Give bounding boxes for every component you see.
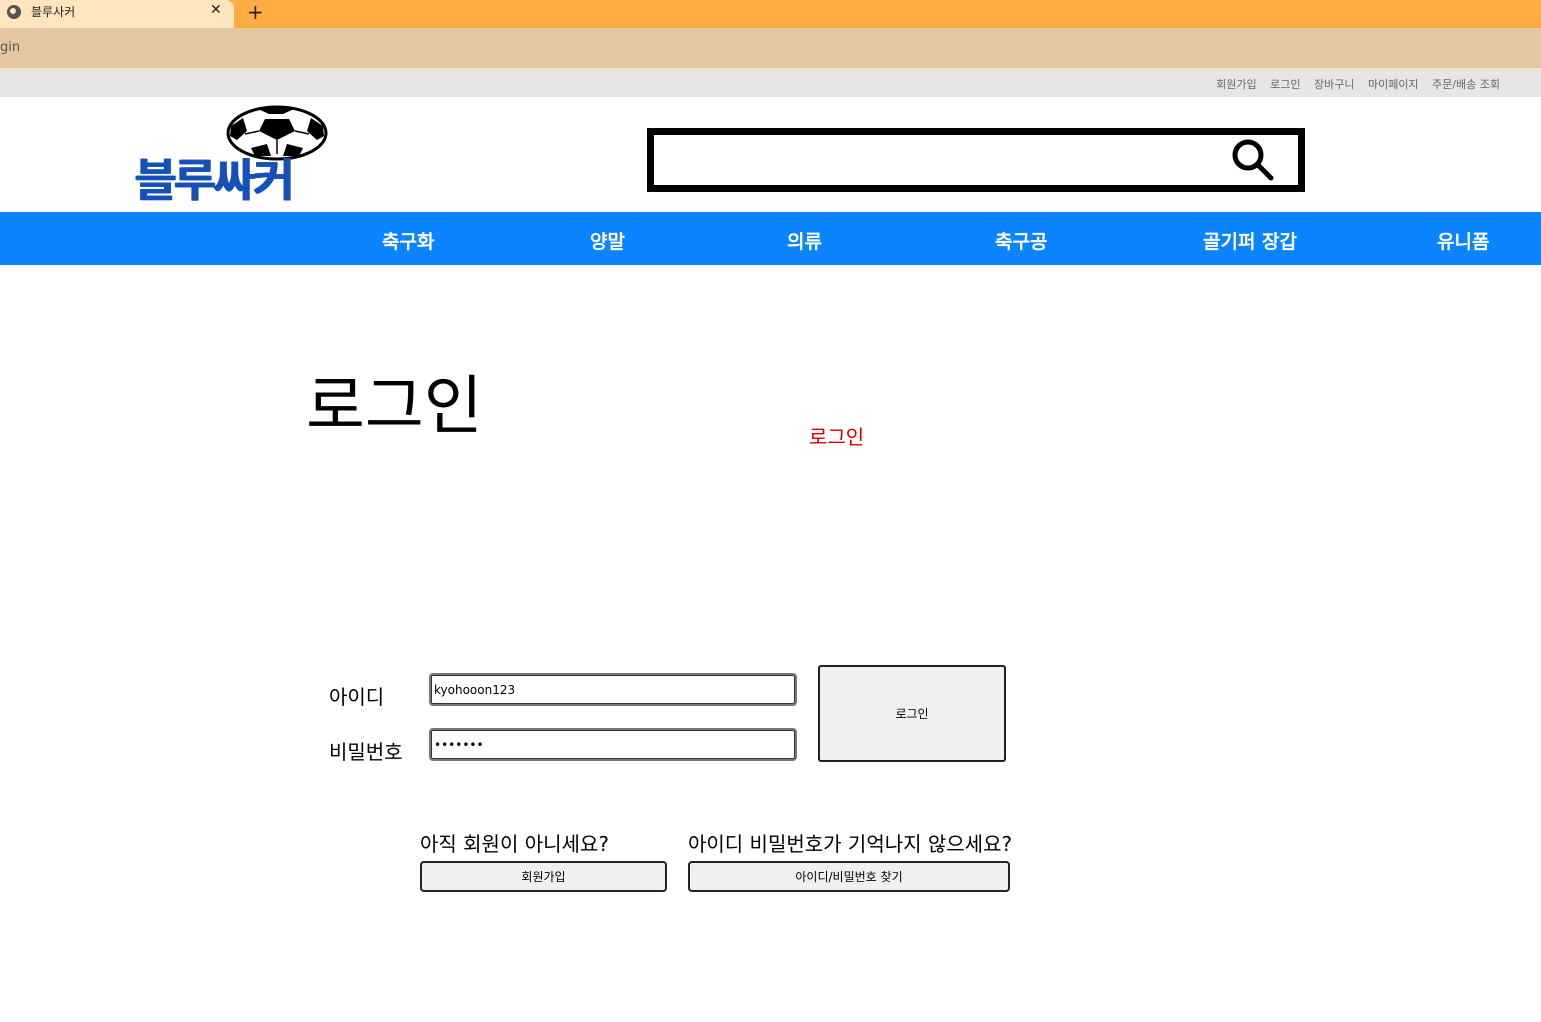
- signup-button[interactable]: 회원가입: [420, 861, 667, 892]
- page-title: 로그인: [306, 370, 483, 444]
- util-link-cart[interactable]: 장바구니: [1314, 78, 1354, 91]
- close-tab-icon[interactable]: ✕: [210, 2, 222, 18]
- logo-text: 블루싸커: [135, 154, 295, 207]
- id-label: 아이디: [329, 685, 385, 709]
- status-message: 로그인: [809, 425, 865, 449]
- nav-item-soccer-ball[interactable]: 축구공: [995, 227, 1047, 254]
- search-input[interactable]: [647, 128, 1305, 192]
- nav-item-uniform[interactable]: 유니폼: [1437, 227, 1489, 254]
- globe-icon: [7, 5, 21, 19]
- nav-item-clothing[interactable]: 의류: [787, 227, 822, 254]
- password-field[interactable]: [429, 728, 797, 761]
- search-icon[interactable]: [1230, 137, 1274, 181]
- id-field[interactable]: [429, 673, 797, 706]
- category-nav: 축구화 양말 의류 축구공 골기퍼 장갑 유니폼: [0, 212, 1541, 265]
- util-link-mypage[interactable]: 마이페이지: [1368, 78, 1419, 91]
- site-logo[interactable]: 블루싸커: [133, 104, 417, 207]
- signup-question: 아직 회원이 아니세요?: [420, 832, 609, 856]
- nav-item-socks[interactable]: 양말: [590, 227, 625, 254]
- new-tab-button[interactable]: +: [247, 0, 264, 24]
- tab-title: 블루사커: [31, 5, 76, 19]
- address-bar[interactable]: gin: [0, 28, 1541, 68]
- address-text: gin: [0, 40, 21, 55]
- util-link-signup[interactable]: 회원가입: [1216, 78, 1256, 91]
- login-button[interactable]: 로그인: [818, 665, 1006, 762]
- password-label: 비밀번호: [329, 740, 403, 764]
- utility-bar: 회원가입 로그인 장바구니 마이페이지 주문/배송 조회: [0, 70, 1541, 97]
- util-link-login[interactable]: 로그인: [1270, 78, 1300, 91]
- find-account-question: 아이디 비밀번호가 기억나지 않으세요?: [688, 832, 1013, 856]
- utility-links: 회원가입 로그인 장바구니 마이페이지 주문/배송 조회: [1206, 76, 1500, 92]
- util-link-orders[interactable]: 주문/배송 조회: [1432, 78, 1500, 91]
- nav-item-goalkeeper-gloves[interactable]: 골기퍼 장갑: [1203, 227, 1297, 254]
- browser-tab-bar: 블루사커 ✕ +: [0, 0, 1541, 28]
- find-account-button[interactable]: 아이디/비밀번호 찾기: [688, 861, 1010, 892]
- nav-item-soccer-shoes[interactable]: 축구화: [382, 227, 434, 254]
- browser-tab[interactable]: 블루사커 ✕: [0, 0, 234, 28]
